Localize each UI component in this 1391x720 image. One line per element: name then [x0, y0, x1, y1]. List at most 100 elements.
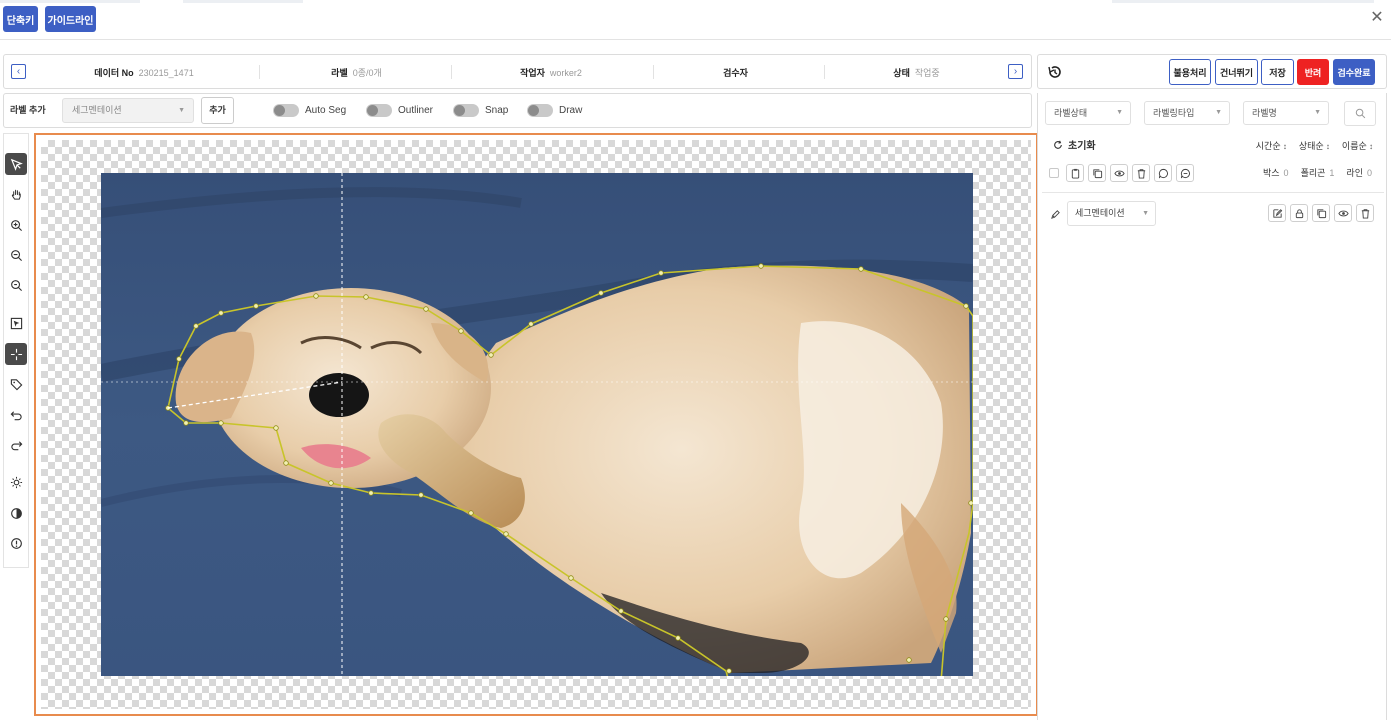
tag-icon: [10, 378, 22, 390]
skip-button[interactable]: 건너뛰기: [1215, 59, 1258, 85]
info-label: 라벨 0종/0개: [259, 55, 454, 90]
reset-button[interactable]: 초기화: [1053, 137, 1096, 152]
edit-button[interactable]: [1268, 204, 1286, 222]
toggle-draw[interactable]: Draw: [527, 94, 582, 127]
toggle-switch[interactable]: [366, 104, 392, 117]
select-all-checkbox[interactable]: [1049, 168, 1059, 178]
paste-button[interactable]: [1066, 164, 1084, 182]
label-add-bar: 라벨 추가 세그멘테이션 ▼ 추가 Auto Seg Outliner Snap…: [3, 93, 1032, 128]
select-icon: [10, 158, 23, 171]
worker-value: worker2: [549, 67, 582, 78]
tool-bar: [3, 133, 29, 568]
guideline-button[interactable]: 가이드라인: [45, 6, 96, 32]
delete-annotation-button[interactable]: [1356, 204, 1374, 222]
brightness-icon: [10, 476, 22, 488]
toggle-label: Outliner: [398, 105, 434, 116]
complete-review-button[interactable]: 검수완료: [1333, 59, 1375, 85]
clipboard-icon: [1071, 168, 1079, 179]
hand-tool[interactable]: [5, 183, 27, 205]
inspector-label: 검수자: [723, 68, 748, 78]
search-icon: [1355, 108, 1365, 119]
reject-button[interactable]: 반려: [1297, 59, 1329, 85]
reset-label: 초기화: [1068, 141, 1096, 152]
caret-down-icon: ▼: [178, 107, 185, 114]
redo-button[interactable]: [5, 434, 27, 456]
annotation-actions: [1268, 204, 1374, 222]
delete-button[interactable]: [1132, 164, 1150, 182]
redo-icon: [10, 440, 22, 450]
undo-button[interactable]: [5, 404, 27, 426]
box-count-value: 0: [1283, 168, 1289, 178]
info-status: 상태 작업중: [824, 55, 1009, 90]
zoom-out-tool[interactable]: [5, 244, 27, 266]
history-icon[interactable]: [1047, 64, 1063, 80]
polygon-label: 폴리곤: [1300, 168, 1326, 178]
toggle-visibility-button[interactable]: [1334, 204, 1352, 222]
brightness-tool[interactable]: [5, 471, 27, 493]
polygon-count: 폴리곤 1: [1301, 166, 1335, 179]
undo-icon: [10, 410, 22, 420]
crosshair-tool[interactable]: [5, 343, 27, 365]
copy-icon: [1092, 168, 1102, 178]
prev-data-button[interactable]: ‹: [11, 64, 26, 79]
search-button[interactable]: [1344, 101, 1376, 126]
close-icon[interactable]: ✕: [1369, 10, 1385, 26]
select-area-tool[interactable]: [5, 312, 27, 334]
label-type-value: 세그멘테이션: [72, 105, 122, 115]
sort-time[interactable]: 시간순: [1256, 139, 1287, 152]
info-icon: [10, 537, 22, 549]
next-data-button[interactable]: ›: [1008, 64, 1023, 79]
label-type-select[interactable]: 세그멘테이션 ▼: [62, 98, 194, 123]
save-button[interactable]: 저장: [1261, 59, 1294, 85]
zoom-fit-tool[interactable]: [5, 274, 27, 296]
caret-down-icon: ▼: [1215, 109, 1222, 116]
annotation-type-value: 세그멘테이션: [1075, 208, 1125, 218]
zoom-in-tool[interactable]: [5, 214, 27, 236]
tag-tool[interactable]: [5, 373, 27, 395]
sort-status[interactable]: 상태순: [1299, 139, 1330, 152]
labeling-type-filter[interactable]: 라벨링타입 ▼: [1144, 101, 1230, 125]
trash-icon: [1137, 168, 1145, 179]
add-label-button[interactable]: 추가: [201, 97, 234, 124]
zoom-out-icon: [10, 249, 22, 261]
crosshair-icon: [10, 348, 22, 360]
comment-button[interactable]: [1154, 164, 1172, 182]
label-list-panel: 라벨상태 ▼ 라벨링타입 ▼ 라벨명 ▼ 초기화 시간순 상태순 이름순: [1037, 93, 1387, 720]
select-tool[interactable]: [5, 153, 27, 175]
info-worker: 작업자 worker2: [451, 55, 651, 90]
top-strip: [1112, 0, 1374, 3]
contrast-icon: [10, 507, 22, 519]
chevron-right-icon: ›: [1013, 66, 1018, 77]
toggle-label: Auto Seg: [305, 105, 347, 116]
toggle-label: Snap: [485, 105, 509, 116]
toggle-switch[interactable]: [527, 104, 553, 117]
toggle-label: Draw: [559, 105, 583, 116]
zoom-fit-icon: [10, 279, 22, 291]
contrast-tool[interactable]: [5, 502, 27, 524]
defect-button[interactable]: 불용처리: [1169, 59, 1211, 85]
label-name-filter[interactable]: 라벨명 ▼: [1243, 101, 1329, 125]
polygon-count-value: 1: [1329, 168, 1335, 178]
toggle-switch[interactable]: [453, 104, 479, 117]
visibility-button[interactable]: [1110, 164, 1128, 182]
copy-icon: [1316, 208, 1326, 218]
info-tool[interactable]: [5, 532, 27, 554]
lock-icon: [1295, 208, 1303, 218]
filter-value: 라벨상태: [1054, 108, 1088, 118]
copy-annotation-button[interactable]: [1312, 204, 1330, 222]
copy-button[interactable]: [1088, 164, 1106, 182]
sort-name[interactable]: 이름순: [1342, 139, 1373, 152]
toggle-auto-seg[interactable]: Auto Seg: [273, 94, 346, 127]
label-status-filter[interactable]: 라벨상태 ▼: [1045, 101, 1131, 125]
toggle-snap[interactable]: Snap: [453, 94, 508, 127]
data-no-value: 230215_1471: [138, 67, 194, 78]
lock-button[interactable]: [1290, 204, 1308, 222]
status-value: 작업중: [914, 68, 940, 78]
toggle-outliner[interactable]: Outliner: [366, 94, 433, 127]
data-info-bar: ‹ 데이터 No 230215_1471 라벨 0종/0개 작업자 worker…: [3, 54, 1032, 89]
comment-list-button[interactable]: [1176, 164, 1194, 182]
toggle-switch[interactable]: [273, 104, 299, 117]
annotation-type-select[interactable]: 세그멘테이션 ▼: [1067, 201, 1156, 226]
shortcut-button[interactable]: 단축키: [3, 6, 38, 32]
hand-icon: [11, 189, 21, 200]
